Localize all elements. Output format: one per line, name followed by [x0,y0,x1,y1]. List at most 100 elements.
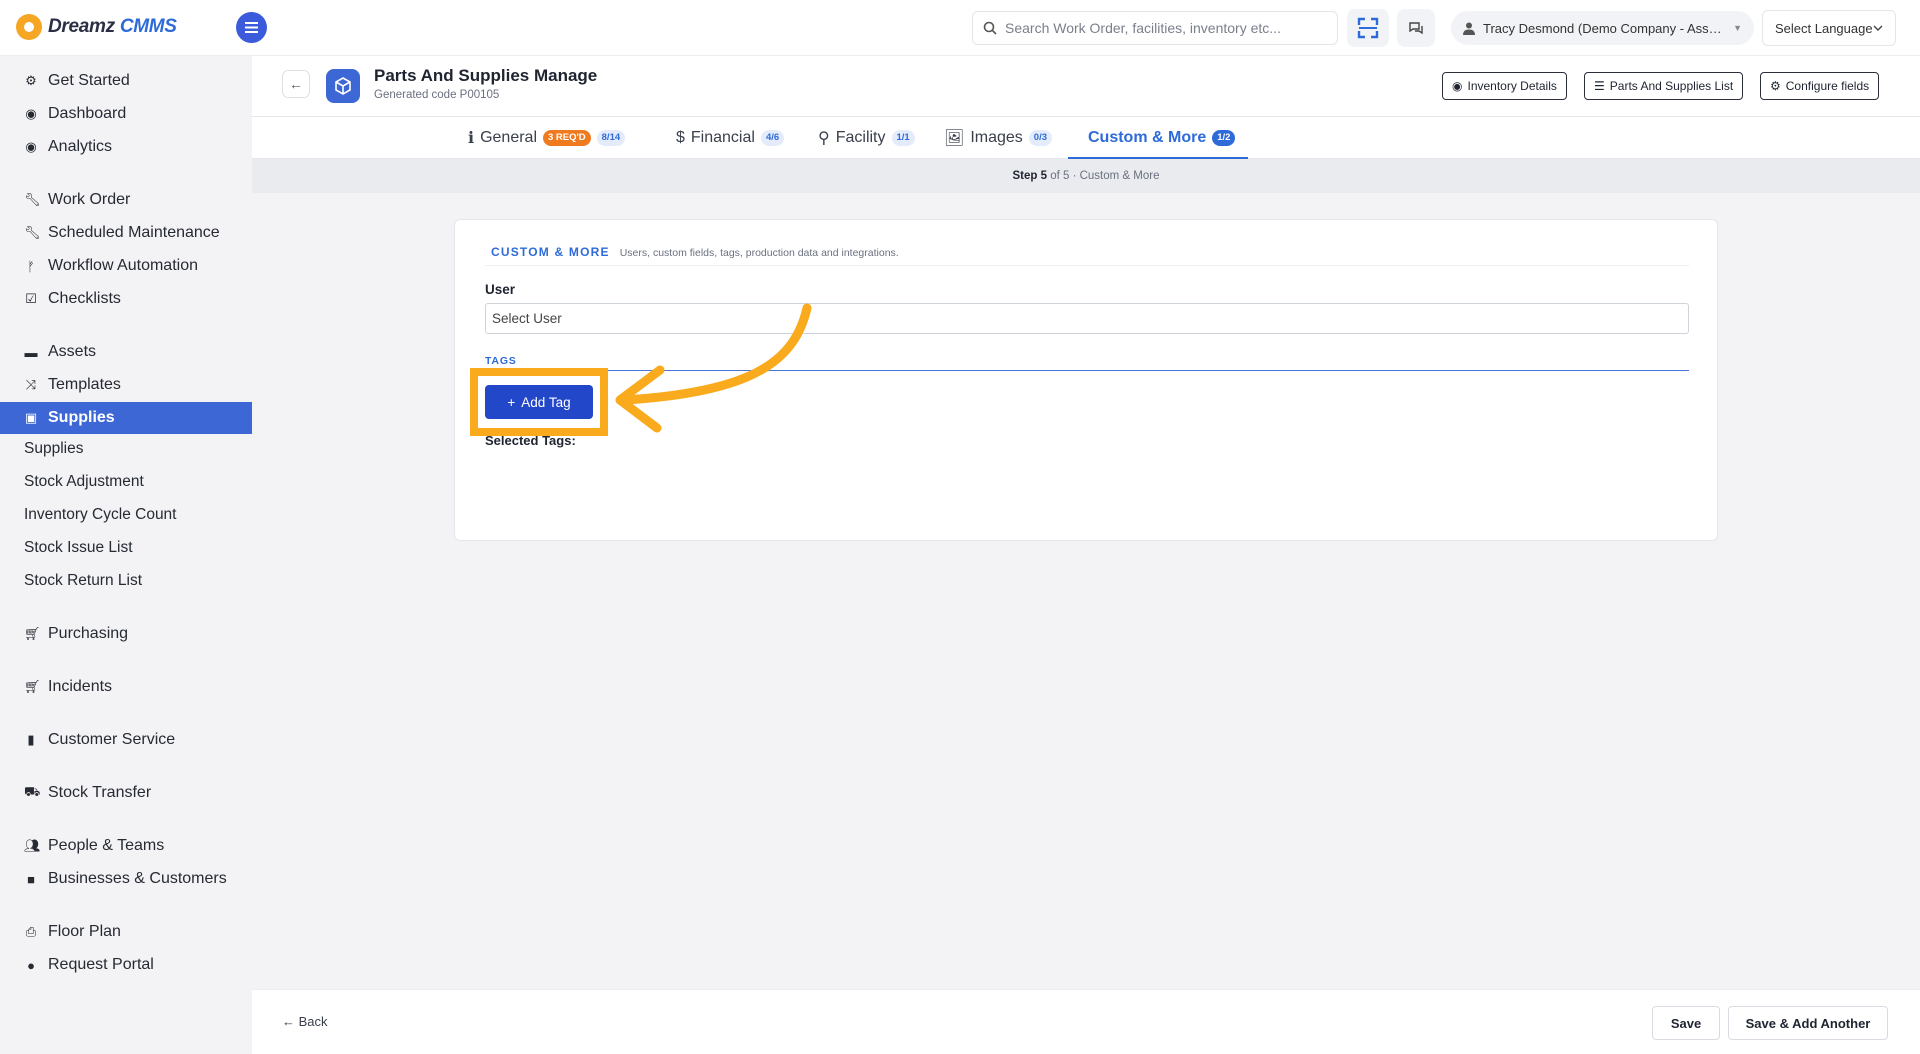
user-field-label: User [485,282,516,297]
dollar-icon: $ [676,129,685,146]
sidebar-item-floor-plan[interactable]: ⎙ Floor Plan [0,916,252,948]
sidebar-item-assets[interactable]: ▬ Assets [0,336,252,368]
sidebar-subitem-inventory-cycle-count[interactable]: Inventory Cycle Count [0,500,252,530]
sidebar: ⚙ Get Started ◉ Dashboard ◉ Analytics 🔧︎ Wor… [0,56,252,1054]
video-icon: ■ [27,871,35,887]
highlight-box [470,368,608,436]
logo[interactable]: Dreamz CMMS [16,14,177,40]
map-pin-icon: ⚲ [818,130,830,147]
parts-list-button[interactable]: ☰ Parts And Supplies List [1584,72,1744,100]
custom-more-card: CUSTOM & MORE Users, custom fields, tags… [454,219,1718,541]
configure-fields-button[interactable]: ⚙ Configure fields [1760,72,1880,100]
page-header: ← Parts And Supplies Manage Generated co… [252,56,1920,117]
main-content: ← Parts And Supplies Manage Generated co… [252,56,1920,1054]
users-icon: 👥︎ [24,838,41,853]
image-icon: 🖼︎ [944,130,965,147]
user-name: Tracy Desmond (Demo Company - Asse... [1483,20,1726,36]
inventory-details-button[interactable]: ◉ Inventory Details [1442,72,1567,100]
form-tabs: ℹ General 3 REQ'D 8/14 $ Financial 4/6 ⚲… [252,117,1920,159]
sidebar-item-request-portal[interactable]: ● Request Portal [0,949,252,981]
global-search[interactable] [972,11,1338,45]
section-description: Users, custom fields, tags, production d… [619,247,899,259]
page-title: Parts And Supplies Manage [374,66,598,85]
sidebar-item-supplies[interactable]: ▣ Supplies [0,402,252,434]
sidebar-subitem-supplies[interactable]: Supplies [0,434,252,464]
wrench-icon: 🔧︎ [24,225,41,240]
page-subtitle: Generated code P00105 [374,89,500,101]
required-badge: 3 REQ'D [543,130,591,146]
sidebar-subitem-stock-issue-list[interactable]: Stock Issue List [0,533,252,563]
tab-general[interactable]: ℹ General 3 REQ'D 8/14 [468,117,626,159]
chevron-down-icon [1873,25,1883,31]
count-badge: 4/6 [760,130,785,146]
save-add-another-button[interactable]: Save & Add Another [1728,1006,1888,1040]
sidebar-item-dashboard[interactable]: ◉ Dashboard [0,98,252,130]
top-bar: Dreamz CMMS Tracy Desmond (Demo Company … [0,0,1920,56]
analytics-icon: ◉ [25,139,37,154]
sidebar-item-templates[interactable]: ⤨ Templates [0,369,252,401]
sidebar-subitem-stock-adjustment[interactable]: Stock Adjustment [0,467,252,497]
form-footer: ← Back Save Save & Add Another [252,989,1920,1054]
caret-down-icon: ▼ [1733,23,1742,33]
language-label: Select Language [1775,20,1873,36]
arrow-left-icon: ← [282,1014,295,1029]
sidebar-subitem-stock-return-list[interactable]: Stock Return List [0,566,252,596]
step-indicator: Step 5 of 5 · Custom & More [252,159,1920,193]
sidebar-item-analytics[interactable]: ◉ Analytics [0,131,252,163]
suitcase-icon: ▣ [24,410,38,425]
logo-gear-icon [16,14,42,40]
sidebar-item-businesses-customers[interactable]: ■ Businesses & Customers [0,863,252,895]
back-arrow-icon[interactable]: ← [282,70,310,98]
user-icon [1463,22,1475,35]
sidebar-item-checklists[interactable]: ☑ Checklists [0,283,252,315]
dashboard-icon: ◉ [25,106,37,121]
save-button[interactable]: Save [1652,1006,1720,1040]
archive-icon: ▬ [24,344,38,360]
tags-label: TAGS [485,355,517,367]
list-icon: ☰ [1594,79,1605,93]
cart-icon: 🛒︎ [24,626,41,641]
tab-financial[interactable]: $ Financial 4/6 [676,117,785,159]
user-menu[interactable]: Tracy Desmond (Demo Company - Asse... ▼ [1451,11,1754,45]
wrench-icon: 🔧︎ [24,192,41,207]
chat-icon[interactable] [1397,9,1435,47]
sidebar-item-incidents[interactable]: 🛒︎ Incidents [0,671,252,703]
sidebar-item-scheduled-maintenance[interactable]: 🔧︎ Scheduled Maintenance [0,217,252,249]
configure-icon: ⚙ [1770,79,1781,93]
tab-custom-more[interactable]: Custom & More 1/2 [1088,117,1236,159]
tab-images[interactable]: 🖼︎ Images 0/3 [944,117,1052,159]
search-icon [983,21,997,35]
tab-facility[interactable]: ⚲ Facility 1/1 [818,117,915,159]
scan-icon[interactable] [1347,9,1389,47]
cart-icon: 🛒︎ [24,679,41,694]
section-title: CUSTOM & MORE [491,245,610,259]
checkbox-icon: ☑ [25,291,37,306]
sidebar-item-customer-service[interactable]: ▮ Customer Service [0,724,252,756]
count-badge: 1/2 [1212,130,1236,146]
comment-icon: ● [27,957,35,973]
footer-back-link[interactable]: ← Back [282,1014,328,1029]
truck-icon: ⛟ [24,784,41,799]
shuffle-icon: ⤨ [25,377,37,392]
count-badge: 0/3 [1028,130,1052,146]
info-icon: ℹ [468,130,475,147]
sidebar-item-people-teams[interactable]: 👥︎ People & Teams [0,830,252,862]
count-badge: 8/14 [596,130,626,146]
sidebar-item-work-order[interactable]: 🔧︎ Work Order [0,184,252,216]
file-icon: ▮ [27,732,35,747]
sidebar-item-get-started[interactable]: ⚙ Get Started [0,65,252,97]
language-select[interactable]: Select Language [1762,10,1896,46]
sidebar-item-workflow-automation[interactable]: ᚠ Workflow Automation [0,250,252,282]
eye-icon: ◉ [1452,79,1463,93]
cogs-icon: ⚙ [25,73,37,88]
section-header: CUSTOM & MORE Users, custom fields, tags… [491,245,899,259]
logo-text: Dreamz CMMS [48,16,177,37]
hamburger-menu-icon[interactable] [236,12,267,43]
sidebar-item-stock-transfer[interactable]: ⛟ Stock Transfer [0,777,252,809]
sidebar-item-purchasing[interactable]: 🛒︎ Purchasing [0,618,252,650]
pointer-arrow-icon [615,303,812,433]
box-icon [326,69,360,103]
printer-icon: ⎙ [25,924,37,939]
divider [485,265,1689,266]
search-input[interactable] [1005,20,1325,36]
